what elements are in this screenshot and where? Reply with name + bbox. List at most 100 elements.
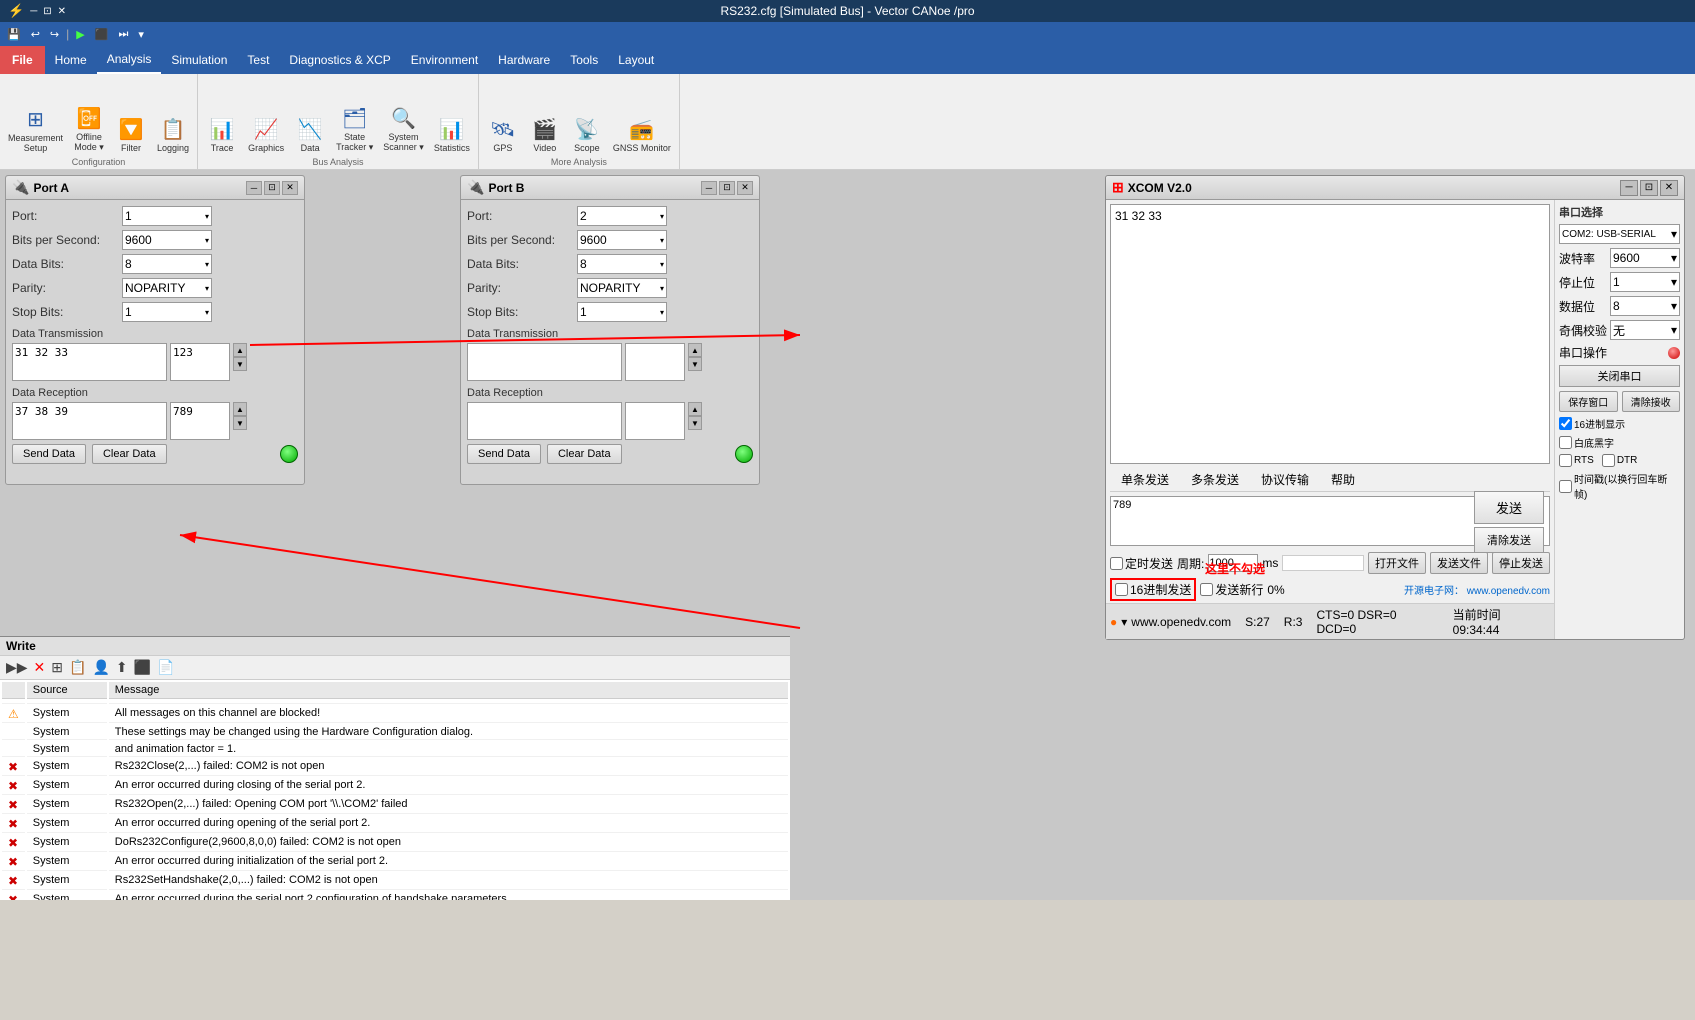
port-a-rx-scroll-down[interactable]: ▼ <box>233 416 247 430</box>
port-b-tx-scroll-down[interactable]: ▼ <box>688 357 702 371</box>
xcom-op-btn[interactable]: 关闭串口 <box>1559 365 1680 387</box>
xcom-clear-recv-btn[interactable]: 清除接收 <box>1622 391 1681 412</box>
menu-tools[interactable]: Tools <box>560 46 608 74</box>
port-a-bps-select[interactable]: 9600 ▾ <box>122 230 212 250</box>
port-a-parity-select[interactable]: NOPARITY ▾ <box>122 278 212 298</box>
port-a-minimize[interactable]: ─ <box>246 181 262 195</box>
ribbon-state-tracker[interactable]: 🗂 StateTracker ▾ <box>332 104 377 155</box>
port-a-close[interactable]: ✕ <box>282 181 298 195</box>
port-b-stopbits-select[interactable]: 1 ▾ <box>577 302 667 322</box>
port-b-tx-scroll-up[interactable]: ▲ <box>688 343 702 357</box>
menu-diagnostics[interactable]: Diagnostics & XCP <box>279 46 400 74</box>
port-a-rx-left[interactable]: 37 38 39 <box>12 402 167 440</box>
xcom-open-file-btn[interactable]: 打开文件 <box>1368 552 1426 574</box>
xcom-send-main-btn[interactable]: 发送 <box>1474 491 1544 524</box>
write-tool-new[interactable]: ⊞ <box>49 658 65 677</box>
port-b-tx-left[interactable] <box>467 343 622 381</box>
ribbon-system-scanner[interactable]: 🔍 SystemScanner ▾ <box>379 104 428 155</box>
port-b-bps-select[interactable]: 9600 ▾ <box>577 230 667 250</box>
xcom-rts-input[interactable] <box>1559 454 1572 467</box>
xcom-timestamp-check[interactable]: 时间戳(以换行回车断帧) <box>1559 471 1680 501</box>
qa-more[interactable]: ▾ <box>135 27 147 42</box>
write-tool-block[interactable]: ⬛ <box>132 658 153 677</box>
xcom-tab-multi[interactable]: 多条发送 <box>1180 468 1250 491</box>
xcom-send-file-btn[interactable]: 发送文件 <box>1430 552 1488 574</box>
xcom-dtr-input[interactable] <box>1602 454 1615 467</box>
write-tool-doc[interactable]: 📄 <box>155 658 176 677</box>
xcom-stop-send-btn[interactable]: 停止发送 <box>1492 552 1550 574</box>
xcom-baud-select[interactable]: 9600 ▾ <box>1610 248 1680 268</box>
ribbon-data[interactable]: 📉 Data <box>290 115 330 155</box>
xcom-rts-check[interactable]: RTS <box>1559 454 1594 467</box>
xcom-tab-help[interactable]: 帮助 <box>1320 468 1366 491</box>
xcom-link[interactable]: 开源电子网： www.openedv.com <box>1404 582 1550 597</box>
xcom-hex-send-input[interactable] <box>1115 583 1128 596</box>
xcom-white-bg-input[interactable] <box>1559 436 1572 449</box>
qa-redo[interactable]: ↪ <box>47 27 62 42</box>
port-b-rx-left[interactable] <box>467 402 622 440</box>
xcom-hex-display-input[interactable] <box>1559 417 1572 430</box>
menu-analysis[interactable]: Analysis <box>97 46 162 74</box>
ribbon-scope[interactable]: 📡 Scope <box>567 115 607 155</box>
write-tool-up[interactable]: ⬆ <box>114 658 130 677</box>
port-b-databits-select[interactable]: 8 ▾ <box>577 254 667 274</box>
port-a-rx-right[interactable]: 789 <box>170 402 230 440</box>
xcom-save-btn[interactable]: 保存窗口 <box>1559 391 1618 412</box>
port-b-close[interactable]: ✕ <box>737 181 753 195</box>
ribbon-offline-mode[interactable]: 📴 OfflineMode ▾ <box>69 104 109 155</box>
port-b-rx-scroll-up[interactable]: ▲ <box>688 402 702 416</box>
ribbon-graphics[interactable]: 📈 Graphics <box>244 115 288 155</box>
xcom-timestamp-input[interactable] <box>1559 480 1572 493</box>
xcom-parity-select[interactable]: 无 ▾ <box>1610 320 1680 340</box>
port-a-databits-select[interactable]: 8 ▾ <box>122 254 212 274</box>
xcom-stop-select[interactable]: 1 ▾ <box>1610 272 1680 292</box>
port-a-send-btn[interactable]: Send Data <box>12 444 86 464</box>
xcom-dtr-check[interactable]: DTR <box>1602 454 1638 467</box>
port-b-rx-scroll-down[interactable]: ▼ <box>688 416 702 430</box>
port-b-rx-right[interactable] <box>625 402 685 440</box>
ribbon-measurement-setup[interactable]: ⊞ MeasurementSetup <box>4 105 67 155</box>
ribbon-video[interactable]: 🎬 Video <box>525 115 565 155</box>
xcom-timed-send-input[interactable] <box>1110 557 1123 570</box>
xcom-port-select[interactable]: COM2: USB-SERIAL ▾ <box>1559 224 1680 244</box>
xcom-timed-send-check[interactable]: 定时发送 <box>1110 555 1173 572</box>
tb-close[interactable]: ✕ <box>58 6 66 17</box>
ribbon-filter[interactable]: 🔽 Filter <box>111 115 151 155</box>
menu-environment[interactable]: Environment <box>401 46 488 74</box>
xcom-clear-send-btn[interactable]: 清除发送 <box>1474 527 1544 553</box>
xcom-hex-send-check[interactable]: 16进制发送 <box>1110 578 1196 601</box>
port-a-tx-scroll-down[interactable]: ▼ <box>233 357 247 371</box>
port-a-tx-right[interactable]: 123 <box>170 343 230 381</box>
write-tool-copy[interactable]: 📋 <box>67 658 88 677</box>
tb-minimize[interactable]: ─ <box>30 6 37 17</box>
ribbon-gps[interactable]: 🛰 GPS <box>483 115 523 155</box>
write-tool-user[interactable]: 👤 <box>90 658 111 677</box>
xcom-white-bg-check[interactable]: 白底黑字 <box>1559 435 1680 450</box>
xcom-hex-display-check[interactable]: 16进制显示 <box>1559 416 1680 431</box>
xcom-databits-select[interactable]: 8 ▾ <box>1610 296 1680 316</box>
menu-simulation[interactable]: Simulation <box>161 46 237 74</box>
menu-home[interactable]: Home <box>45 46 97 74</box>
port-b-parity-select[interactable]: NOPARITY ▾ <box>577 278 667 298</box>
write-tool-stop[interactable]: ✕ <box>32 658 48 677</box>
qa-step[interactable]: ⏭ <box>115 27 131 42</box>
port-b-minimize[interactable]: ─ <box>701 181 717 195</box>
menu-layout[interactable]: Layout <box>608 46 664 74</box>
xcom-tab-single[interactable]: 单条发送 <box>1110 468 1180 491</box>
port-b-port-select[interactable]: 2 ▾ <box>577 206 667 226</box>
port-a-port-select[interactable]: 1 ▾ <box>122 206 212 226</box>
menu-test[interactable]: Test <box>237 46 279 74</box>
qa-save[interactable]: 💾 <box>4 27 24 42</box>
port-a-tx-scroll-up[interactable]: ▲ <box>233 343 247 357</box>
port-b-restore[interactable]: ⊡ <box>719 181 735 195</box>
port-b-send-btn[interactable]: Send Data <box>467 444 541 464</box>
qa-stop[interactable]: ⬛ <box>92 27 112 42</box>
xcom-restore[interactable]: ⊡ <box>1640 180 1658 196</box>
qa-undo[interactable]: ↩ <box>28 27 43 42</box>
port-a-stopbits-select[interactable]: 1 ▾ <box>122 302 212 322</box>
port-a-clear-btn[interactable]: Clear Data <box>92 444 167 464</box>
port-a-restore[interactable]: ⊡ <box>264 181 280 195</box>
port-a-tx-left[interactable]: 31 32 33 <box>12 343 167 381</box>
menu-file[interactable]: File <box>0 46 45 74</box>
port-b-tx-right[interactable] <box>625 343 685 381</box>
